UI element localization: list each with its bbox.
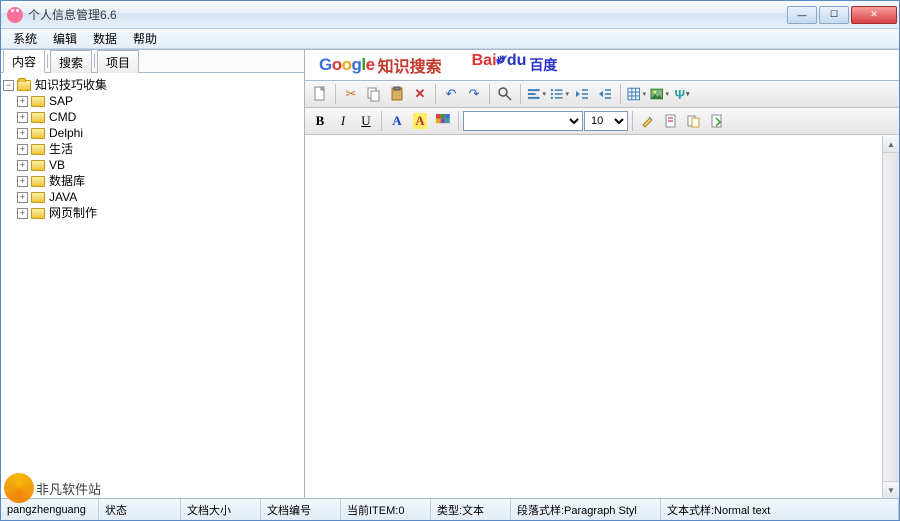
status-docsize: 文档大小	[181, 499, 261, 520]
expand-toggle[interactable]: +	[17, 96, 28, 107]
tree-item[interactable]: +VB	[3, 157, 302, 173]
expand-toggle[interactable]: −	[3, 80, 14, 91]
toolbar-format: B I U A A 10	[305, 108, 899, 135]
expand-toggle[interactable]: +	[17, 144, 28, 155]
left-panel: 内容 搜索 项目 − 知识技巧收集 +SAP +CMD +Delphi +生活 …	[1, 50, 305, 498]
tree-item[interactable]: +生活	[3, 141, 302, 157]
left-tabs: 内容 搜索 项目	[1, 50, 304, 73]
status-text-style: 文本式样:Normal text	[661, 499, 899, 520]
insert-button[interactable]	[706, 110, 728, 132]
menu-data[interactable]: 数据	[85, 28, 125, 49]
google-logo: Google	[319, 55, 375, 75]
folder-open-icon	[17, 80, 31, 91]
copy-button[interactable]	[363, 83, 385, 105]
right-panel: Google 知识搜索 Bai༗du 百度 ✂ ✕ ↶	[305, 50, 899, 498]
undo-button[interactable]: ↶	[440, 83, 462, 105]
tree-item[interactable]: +JAVA	[3, 189, 302, 205]
expand-toggle[interactable]: +	[17, 176, 28, 187]
table-button[interactable]	[625, 83, 647, 105]
folder-icon	[31, 160, 45, 171]
window-title: 个人信息管理6.6	[28, 6, 117, 23]
indent-button[interactable]	[594, 83, 616, 105]
statusbar: pangzhenguang 状态 文档大小 文档编号 当前ITEM:0 类型:文…	[1, 498, 899, 520]
new-button[interactable]	[309, 83, 331, 105]
expand-toggle[interactable]: +	[17, 192, 28, 203]
tree-root[interactable]: − 知识技巧收集	[3, 77, 302, 93]
special-button[interactable]: Ψ	[671, 83, 693, 105]
expand-toggle[interactable]: +	[17, 112, 28, 123]
app-icon	[7, 7, 23, 23]
font-family-combo[interactable]	[463, 111, 583, 131]
expand-toggle[interactable]: +	[17, 160, 28, 171]
menubar: 系统 编辑 数据 帮助	[1, 29, 899, 49]
tab-project[interactable]: 项目	[97, 50, 139, 73]
menu-edit[interactable]: 编辑	[45, 28, 85, 49]
knowledge-search-label: 知识搜索	[378, 53, 442, 77]
folder-icon	[31, 128, 45, 139]
paste-button[interactable]	[386, 83, 408, 105]
editor-area: ▲ ▼	[305, 135, 899, 498]
align-button[interactable]	[525, 83, 547, 105]
menu-help[interactable]: 帮助	[125, 28, 165, 49]
tab-search[interactable]: 搜索	[50, 50, 92, 73]
baidu-logo: Bai༗du	[472, 44, 527, 86]
clear-format-button[interactable]	[637, 110, 659, 132]
tree-item[interactable]: +SAP	[3, 93, 302, 109]
minimize-button[interactable]: —	[787, 6, 817, 24]
google-knowledge-link[interactable]: Google 知识搜索	[319, 53, 442, 77]
scroll-up-icon[interactable]: ▲	[883, 136, 899, 153]
close-button[interactable]: ✕	[851, 6, 897, 24]
folder-icon	[31, 144, 45, 155]
tab-content[interactable]: 内容	[3, 49, 45, 73]
baidu-link[interactable]: Bai༗du 百度	[472, 44, 558, 86]
status-type: 类型:文本	[431, 499, 511, 520]
maximize-button[interactable]: ☐	[819, 6, 849, 24]
font-size-combo[interactable]: 10	[584, 111, 628, 131]
list-button[interactable]	[548, 83, 570, 105]
folder-icon	[31, 192, 45, 203]
italic-button[interactable]: I	[332, 110, 354, 132]
baidu-cn-label: 百度	[529, 55, 557, 75]
status-user: pangzhenguang	[1, 499, 99, 520]
tree-item[interactable]: +CMD	[3, 109, 302, 125]
folder-icon	[31, 96, 45, 107]
menu-system[interactable]: 系统	[5, 28, 45, 49]
editor-canvas[interactable]	[305, 136, 882, 498]
folder-icon	[31, 176, 45, 187]
outdent-button[interactable]	[571, 83, 593, 105]
bold-button[interactable]: B	[309, 110, 331, 132]
search-bar: Google 知识搜索 Bai༗du 百度	[305, 50, 899, 81]
find-button[interactable]	[494, 83, 516, 105]
status-docid: 文档编号	[261, 499, 341, 520]
vertical-scrollbar[interactable]: ▲ ▼	[882, 136, 899, 498]
titlebar: 个人信息管理6.6 — ☐ ✕	[1, 1, 899, 29]
highlight-button[interactable]: A	[409, 110, 431, 132]
folder-icon	[31, 208, 45, 219]
tree-item[interactable]: +Delphi	[3, 125, 302, 141]
toolbar-primary: ✂ ✕ ↶ ↷ Ψ	[305, 81, 899, 108]
app-window: 个人信息管理6.6 — ☐ ✕ 系统 编辑 数据 帮助 内容 搜索 项目 −	[0, 0, 900, 521]
scroll-down-icon[interactable]: ▼	[883, 481, 899, 498]
status-para-style: 段落式样:Paragraph Styl	[511, 499, 661, 520]
cut-button[interactable]: ✂	[340, 83, 362, 105]
underline-button[interactable]: U	[355, 110, 377, 132]
status-item: 当前ITEM:0	[341, 499, 431, 520]
folder-icon	[31, 112, 45, 123]
font-color-button[interactable]: A	[386, 110, 408, 132]
tree-root-label[interactable]: 知识技巧收集	[35, 77, 107, 93]
tree-item[interactable]: +网页制作	[3, 205, 302, 221]
copy-format-button[interactable]	[683, 110, 705, 132]
expand-toggle[interactable]: +	[17, 208, 28, 219]
expand-toggle[interactable]: +	[17, 128, 28, 139]
delete-button[interactable]: ✕	[409, 83, 431, 105]
tree-item[interactable]: +数据库	[3, 173, 302, 189]
style-button[interactable]	[660, 110, 682, 132]
image-button[interactable]	[648, 83, 670, 105]
fill-color-button[interactable]	[432, 110, 454, 132]
tree-view[interactable]: − 知识技巧收集 +SAP +CMD +Delphi +生活 +VB +数据库 …	[1, 73, 304, 498]
redo-button[interactable]: ↷	[463, 83, 485, 105]
status-state: 状态	[99, 499, 181, 520]
